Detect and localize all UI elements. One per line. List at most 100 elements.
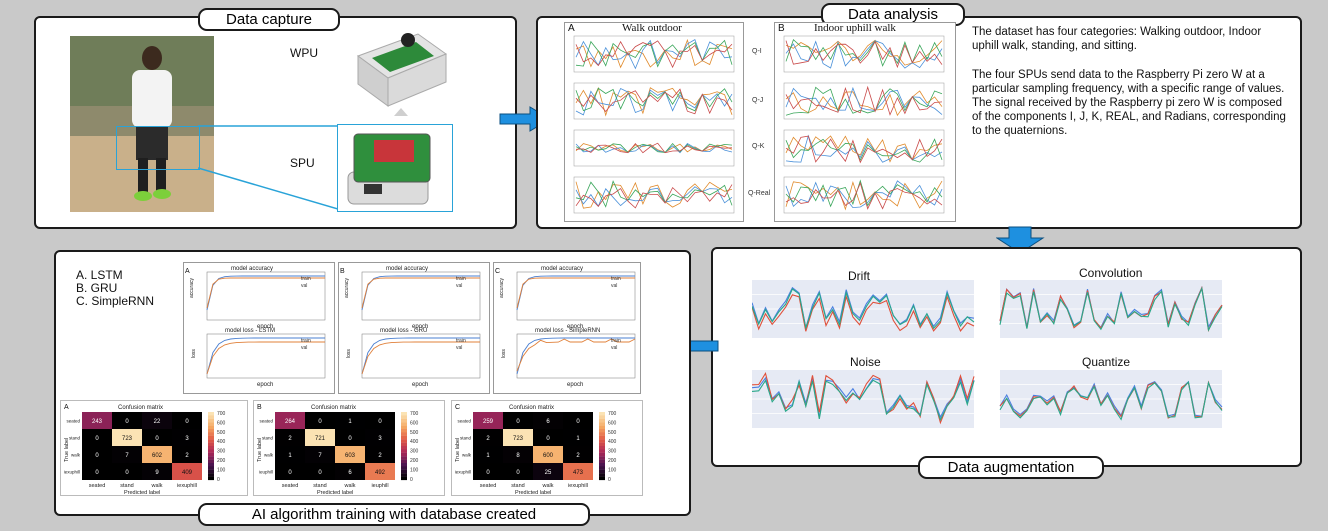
analysis-description-2: The four SPUs send data to the Raspberry…	[972, 69, 1286, 137]
cm-colorbar-segment	[208, 415, 214, 419]
cm-colorbar-segment	[401, 425, 407, 430]
model-list-simplernn: C. SimpleRNN	[76, 294, 155, 308]
cm-x-tick: stand	[313, 483, 326, 489]
q-label-j: Q-J	[752, 97, 764, 104]
cm-colorbar-tick: 300	[217, 449, 226, 455]
epoch-label: epoch	[567, 382, 583, 388]
sensor-highlight-box	[116, 126, 200, 170]
signal-line	[785, 40, 943, 69]
curve-panel-letter: A	[185, 268, 190, 275]
cm-colorbar-segment	[599, 446, 605, 450]
cm-colorbar-segment	[401, 466, 407, 470]
figure-canvas: { "panels":{ "capture":{"title":"Data ca…	[0, 0, 1328, 531]
accuracy-title: model accuracy	[386, 266, 428, 272]
curve-panel-letter: C	[495, 268, 500, 275]
model-list-lstm: A. LSTM	[76, 268, 123, 282]
cm-colorbar-segment	[208, 476, 214, 481]
cm-colorbar-segment	[208, 446, 214, 450]
accuracy-axis-label: accuracy	[344, 277, 350, 298]
cm-colorbar-segment	[599, 425, 605, 430]
cm-colorbar-segment	[208, 452, 214, 457]
cm-colorbar-segment	[208, 432, 214, 436]
cm-xlabel: Predicted label	[317, 490, 353, 495]
q-label-real: Q-Real	[748, 190, 771, 197]
cm-colorbar-tick: 200	[217, 458, 226, 464]
wpu-label: WPU	[290, 46, 318, 60]
wpu-device-image	[356, 33, 448, 107]
cm-cell-value: 259	[483, 419, 494, 425]
cm-colorbar-segment	[401, 446, 407, 450]
augmentation-plots	[752, 280, 1223, 428]
cm-colorbar-tick: 600	[217, 420, 226, 426]
cm-colorbar-segment	[401, 452, 407, 457]
cm-y-tick: walk	[462, 453, 472, 458]
epoch-label: epoch	[412, 324, 428, 330]
cm-y-tick: stand	[460, 436, 472, 441]
connector-lines	[198, 125, 338, 210]
cm-colorbar-segment	[599, 476, 605, 481]
cm-x-tick: stand	[511, 483, 524, 489]
cm-colorbar-segment	[401, 415, 407, 419]
cm-colorbar-segment	[208, 429, 214, 433]
cm-colorbar-segment	[401, 435, 407, 440]
cm-colorbar-segment	[599, 435, 605, 440]
accuracy-title: model accuracy	[541, 266, 583, 272]
cm-y-tick: iexuphill	[64, 470, 80, 475]
cm-colorbar-segment	[208, 456, 214, 460]
cm-colorbar-segment	[599, 432, 605, 436]
cm-colorbar-segment	[401, 459, 407, 464]
cm-colorbar-tick: 500	[410, 430, 419, 436]
spu-device-image	[347, 133, 431, 205]
subfig-b-title: Indoor uphill walk	[814, 22, 896, 34]
cm-colorbar-tick: 500	[217, 430, 226, 436]
cm-colorbar-tick: 400	[217, 439, 226, 445]
ai-training-title: AI algorithm training with database crea…	[198, 503, 590, 526]
cm-cell-value: 25	[545, 470, 552, 476]
cm-cell-value: 473	[573, 470, 584, 476]
cm-colorbar-tick: 100	[410, 467, 419, 473]
legend-val: val	[301, 345, 307, 351]
cm-colorbar-tick: 400	[410, 439, 419, 445]
model-list-gru: B. GRU	[76, 281, 118, 295]
cm-cell-value: 721	[315, 436, 326, 442]
cm-colorbar-tick: 700	[217, 411, 226, 417]
subfig-a-letter: A	[568, 23, 575, 34]
signal-line	[575, 184, 733, 209]
legend-val: val	[611, 345, 617, 351]
cm-colorbar-tick: 600	[608, 420, 617, 426]
cm-colorbar-segment	[208, 442, 214, 447]
cm-y-tick: stand	[69, 436, 81, 441]
cm-colorbar-segment	[401, 469, 407, 474]
cm-colorbar-segment	[401, 473, 407, 477]
cm-colorbar-segment	[401, 422, 407, 426]
cm-cell-value: 603	[345, 453, 356, 459]
cm-panel-letter: B	[257, 404, 262, 411]
cm-y-tick: iexuphill	[455, 470, 471, 475]
cm-title: Confusion matrix	[311, 405, 356, 411]
cm-colorbar-segment	[599, 473, 605, 477]
cm-colorbar-tick: 300	[608, 449, 617, 455]
cm-colorbar-tick: 200	[608, 458, 617, 464]
cm-colorbar-segment	[401, 412, 407, 416]
cm-panel-letter: A	[64, 404, 69, 411]
cm-colorbar-tick: 0	[410, 477, 413, 483]
cm-colorbar-segment	[599, 415, 605, 419]
cm-colorbar-segment	[599, 456, 605, 460]
cm-colorbar-segment	[599, 463, 605, 467]
cm-colorbar-tick: 400	[608, 439, 617, 445]
cm-ylabel: True label	[64, 438, 70, 462]
cm-colorbar-segment	[599, 418, 605, 423]
loss-axis-label: loss	[191, 349, 197, 358]
cm-colorbar-segment	[401, 442, 407, 447]
cm-cell-value: 723	[513, 436, 524, 442]
down-arrow-icon	[394, 108, 408, 116]
subfig-b-letter: B	[778, 23, 785, 34]
cm-x-tick: iexuphill	[568, 483, 588, 489]
cm-colorbar-segment	[208, 466, 214, 470]
cm-colorbar-tick: 100	[608, 467, 617, 473]
cm-colorbar-tick: 600	[410, 420, 419, 426]
legend-val: val	[456, 283, 462, 289]
cm-colorbar-segment	[599, 459, 605, 464]
cm-x-tick: walk	[541, 483, 553, 489]
cm-colorbar-segment	[208, 449, 214, 453]
